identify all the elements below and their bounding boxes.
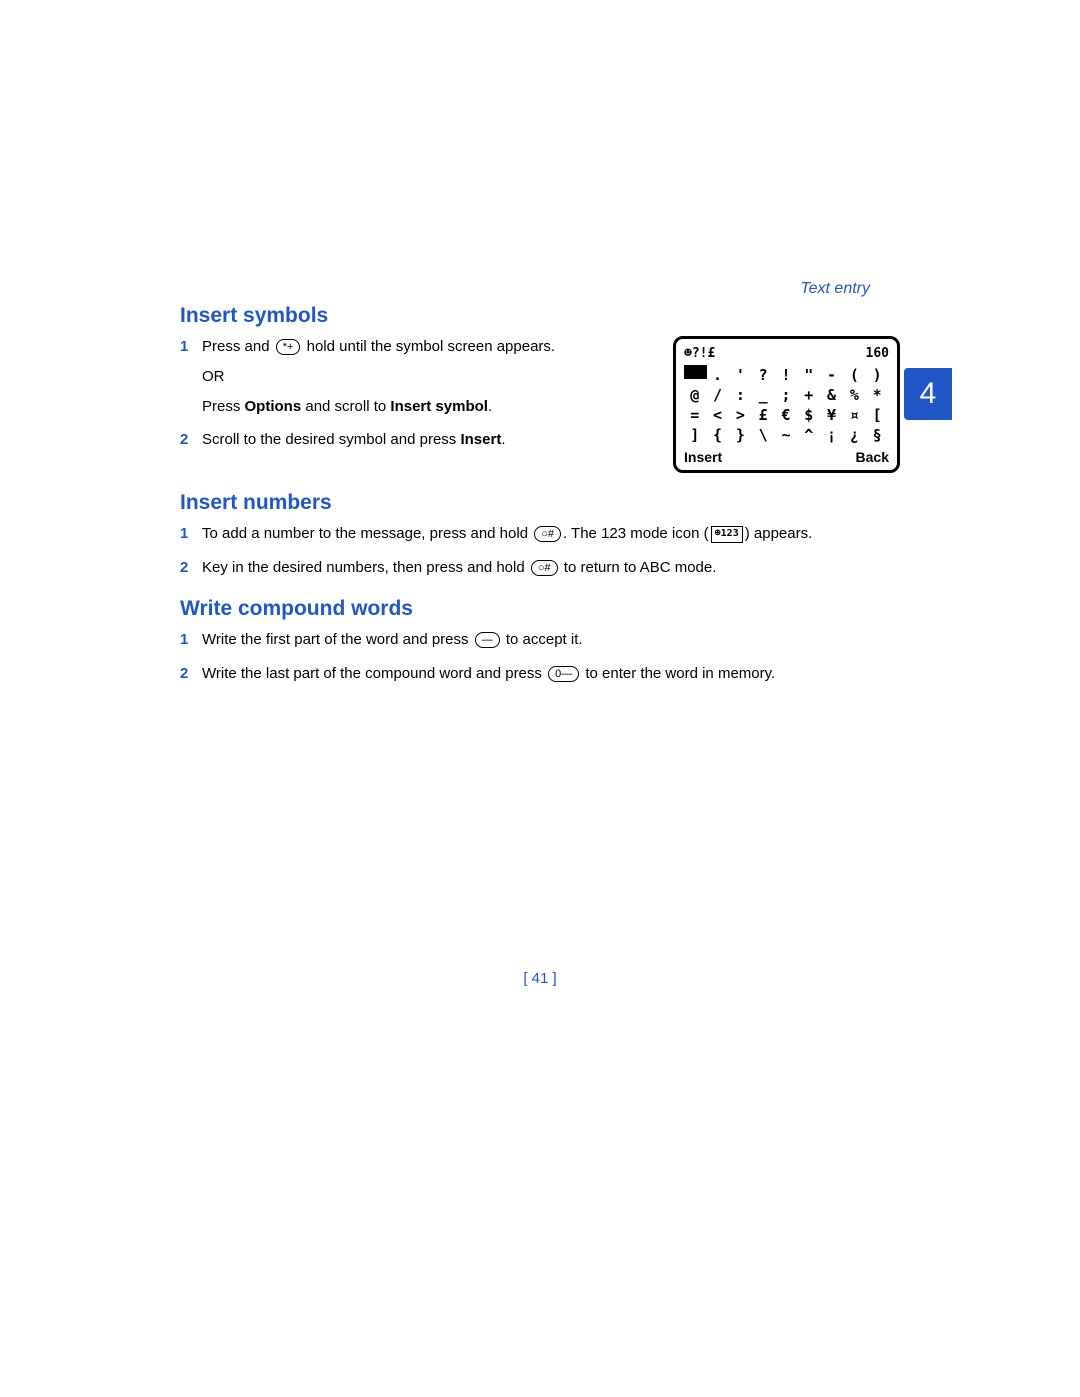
step-number: 2: [180, 429, 192, 451]
softkey-right: Back: [856, 448, 889, 467]
step-text: Write the last part of the compound word…: [202, 663, 900, 685]
nav-key-icon: ―: [475, 632, 500, 648]
softkey-left: Insert: [684, 448, 722, 467]
symbol-row: @/:_;+&%*: [684, 385, 889, 405]
manual-page: Text entry 4 Insert symbols 1 Press and …: [180, 280, 900, 702]
step-number: 1: [180, 336, 192, 417]
section-title: Insert numbers: [180, 491, 900, 515]
screen-mode-indicator: ☻?!£: [684, 345, 715, 363]
section-compound-words: Write compound words 1 Write the first p…: [180, 597, 900, 685]
section-title: Write compound words: [180, 597, 900, 621]
step-text: Key in the desired numbers, then press a…: [202, 557, 900, 579]
symbol-row: ]{}\~^¡¿§: [684, 425, 889, 445]
screen-char-count: 160: [866, 345, 889, 363]
chapter-tab: 4: [904, 368, 952, 420]
chapter-header: Text entry: [180, 280, 900, 298]
step-number: 2: [180, 557, 192, 579]
section-insert-symbols: Insert symbols 1 Press and *+ hold until…: [180, 304, 900, 473]
section-title: Insert symbols: [180, 304, 900, 328]
step-text: Scroll to the desired symbol and press I…: [202, 429, 655, 451]
step-number: 2: [180, 663, 192, 685]
step-text: To add a number to the message, press an…: [202, 523, 900, 545]
mode-123-icon: ☻123: [711, 526, 743, 543]
phone-screen-illustration: ☻?!£ 160 .'?!"-() @/:_;+&%* =<>£€$¥¤[ ]{…: [673, 336, 900, 473]
cursor-icon: [684, 365, 707, 379]
symbol-row: .'?!"-(): [684, 365, 889, 385]
hash-key-icon: ○#: [534, 526, 561, 542]
zero-key-icon: 0―: [548, 666, 579, 682]
step-text: Write the first part of the word and pre…: [202, 629, 900, 651]
section-insert-numbers: Insert numbers 1 To add a number to the …: [180, 491, 900, 579]
step-number: 1: [180, 629, 192, 651]
symbol-row: =<>£€$¥¤[: [684, 405, 889, 425]
hash-key-icon: ○#: [531, 560, 558, 576]
step-text: Press and *+ hold until the symbol scree…: [202, 336, 655, 417]
star-key-icon: *+: [276, 339, 301, 355]
page-number: [ 41 ]: [180, 970, 900, 987]
step-number: 1: [180, 523, 192, 545]
